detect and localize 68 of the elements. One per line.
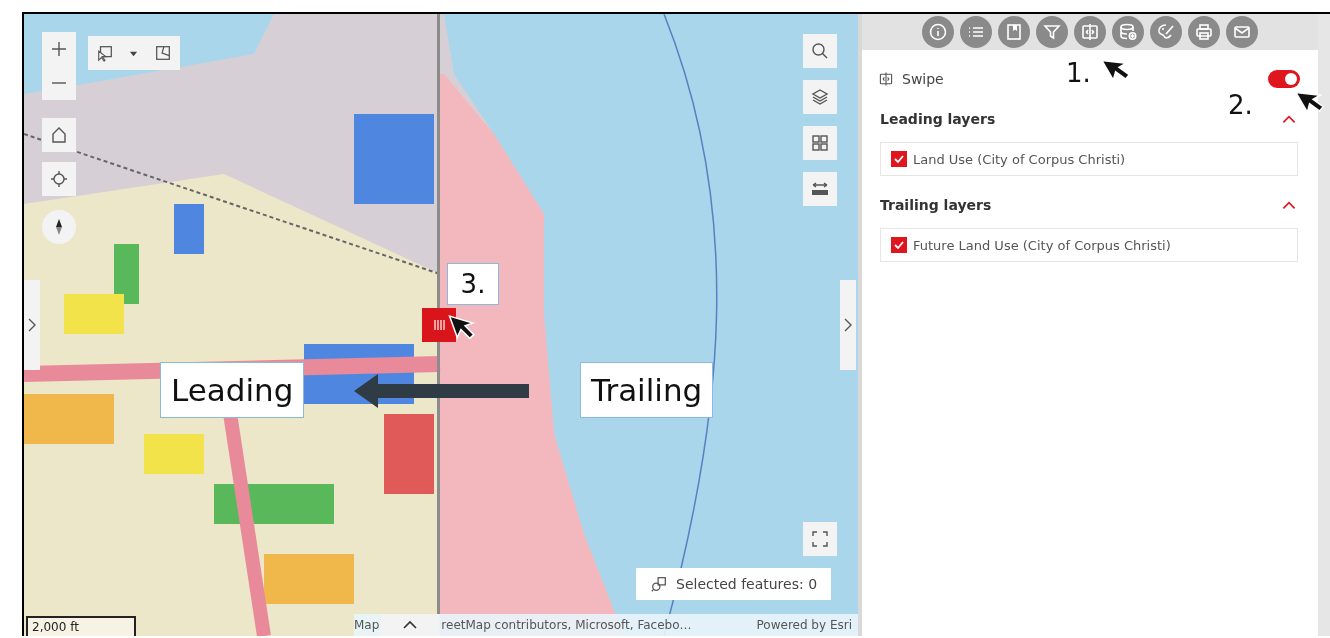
measure-button[interactable] — [803, 172, 837, 206]
home-icon — [49, 125, 69, 145]
chevron-up-icon — [402, 620, 419, 630]
split-square-icon — [154, 44, 173, 62]
expand-right-button[interactable] — [840, 280, 856, 370]
add-data-button[interactable] — [1112, 16, 1144, 48]
bookmark-icon — [1004, 22, 1024, 42]
collapse-button[interactable] — [381, 614, 440, 636]
style-button[interactable] — [1150, 16, 1182, 48]
scale-bar: 2,000 ft — [26, 616, 136, 636]
swipe-title: Swipe — [902, 71, 944, 87]
layer-checkbox[interactable] — [891, 151, 907, 167]
swipe-toggle[interactable] — [1268, 70, 1300, 88]
printer-icon — [1194, 22, 1214, 42]
swipe-icon — [878, 71, 894, 87]
layer-label: Future Land Use (City of Corpus Christi) — [913, 237, 1171, 253]
fullscreen-icon — [810, 529, 830, 549]
checkmark-icon — [893, 239, 905, 251]
section-heading: Trailing layers — [880, 197, 992, 213]
search-button[interactable] — [803, 34, 837, 68]
database-plus-icon — [1118, 22, 1138, 42]
swipe-divider[interactable] — [437, 14, 440, 614]
grid-squares-icon — [810, 133, 830, 153]
expand-left-button[interactable] — [24, 280, 40, 370]
basemap-gallery-button[interactable] — [803, 126, 837, 160]
layer-checkbox[interactable] — [891, 237, 907, 253]
layers-icon — [810, 87, 830, 107]
legend-button[interactable] — [960, 16, 992, 48]
palette-brush-icon — [1156, 22, 1176, 42]
crosshair-icon — [49, 169, 69, 189]
select-tool-button[interactable] — [95, 44, 114, 62]
chevron-right-icon — [843, 317, 853, 333]
step-number: 2. — [1228, 90, 1253, 120]
print-button[interactable] — [1188, 16, 1220, 48]
step-number: 1. — [1066, 58, 1091, 88]
home-button[interactable] — [42, 118, 76, 152]
swipe-button[interactable] — [1074, 16, 1106, 48]
minus-icon — [51, 81, 67, 85]
annotation-label: Trailing — [580, 362, 714, 418]
share-button[interactable] — [1226, 16, 1258, 48]
swipe-icon — [1080, 22, 1100, 42]
powered-by-text: Powered by Esri — [756, 618, 852, 632]
grip-lines-icon — [432, 318, 446, 332]
attribution-text: reetMap contributors, Microsoft, Facebo… — [441, 618, 692, 632]
layer-label: Land Use (City of Corpus Christi) — [913, 151, 1126, 167]
filter-button[interactable] — [1036, 16, 1068, 48]
swipe-handle[interactable] — [422, 308, 456, 342]
pointer-square-icon — [95, 44, 114, 62]
checkmark-icon — [893, 153, 905, 165]
selected-features-button[interactable]: Selected features: 0 — [636, 568, 832, 600]
lasso-tool-button[interactable] — [154, 44, 173, 62]
locate-button[interactable] — [42, 162, 76, 196]
layers-button[interactable] — [803, 80, 837, 114]
chevron-right-icon — [27, 317, 37, 333]
layer-item[interactable]: Future Land Use (City of Corpus Christi) — [880, 228, 1298, 262]
selection-magnifier-icon — [650, 575, 668, 593]
info-icon — [928, 22, 948, 42]
fullscreen-button[interactable] — [803, 522, 837, 556]
section-heading: Leading layers — [880, 111, 996, 127]
layer-item[interactable]: Land Use (City of Corpus Christi) — [880, 142, 1298, 176]
plus-icon — [49, 39, 69, 59]
step-number: 3. — [447, 263, 499, 305]
search-icon — [810, 41, 830, 61]
info-button[interactable] — [922, 16, 954, 48]
filter-icon — [1042, 22, 1062, 42]
bookmarks-button[interactable] — [998, 16, 1030, 48]
annotation-label: Leading — [160, 362, 305, 418]
attribution-text: Map — [354, 618, 380, 632]
